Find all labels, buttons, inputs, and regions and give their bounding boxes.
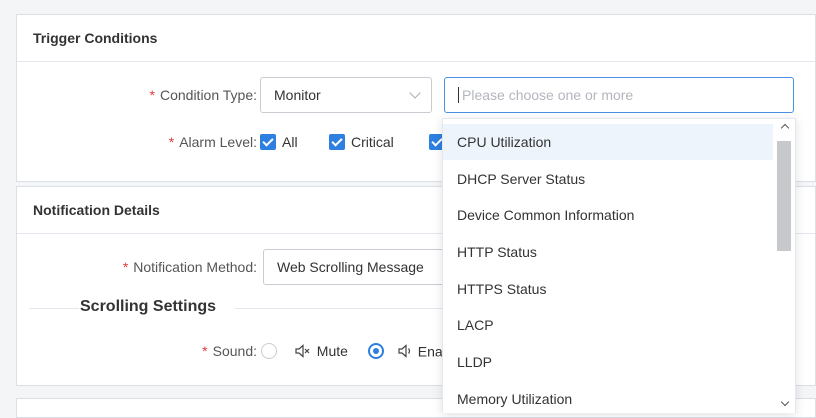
checkbox-checked-icon[interactable] bbox=[329, 133, 345, 150]
scrollbar-thumb[interactable] bbox=[777, 141, 791, 251]
checkbox-checked-icon[interactable] bbox=[260, 133, 276, 150]
dropdown-item-device-common-information[interactable]: Device Common Information bbox=[443, 197, 773, 233]
dropdown-item-cpu-utilization[interactable]: CPU Utilization bbox=[443, 124, 773, 160]
alarm-level-label: * Alarm Level: bbox=[168, 134, 257, 150]
condition-dropdown-list[interactable]: CPU Utilization DHCP Server Status Devic… bbox=[442, 118, 796, 413]
scroll-up-icon[interactable] bbox=[780, 123, 790, 133]
alarm-level-critical[interactable]: Critical bbox=[329, 133, 394, 151]
dropdown-item-memory-utilization[interactable]: Memory Utilization bbox=[443, 381, 773, 413]
dropdown-item-lldp[interactable]: LLDP bbox=[443, 344, 773, 380]
scrolling-settings-title: Scrolling Settings bbox=[80, 298, 217, 315]
speaker-mute-icon bbox=[295, 344, 310, 359]
text-cursor bbox=[458, 87, 459, 104]
condition-type-value: Monitor bbox=[274, 87, 321, 103]
dropdown-item-lacp[interactable]: LACP bbox=[443, 307, 773, 343]
alarm-level-all[interactable]: All bbox=[260, 133, 298, 151]
condition-search-input[interactable]: Please choose one or more bbox=[444, 77, 794, 113]
condition-type-select[interactable]: Monitor bbox=[260, 77, 432, 113]
dropdown-scrollbar[interactable] bbox=[775, 119, 795, 413]
notification-method-value: Web Scrolling Message bbox=[277, 259, 424, 275]
sound-mute-option[interactable]: Mute bbox=[261, 342, 348, 360]
radio-unselected-icon[interactable] bbox=[261, 343, 277, 360]
dropdown-item-https-status[interactable]: HTTPS Status bbox=[443, 271, 773, 307]
scroll-down-icon[interactable] bbox=[780, 397, 790, 407]
radio-selected-icon[interactable] bbox=[368, 343, 384, 360]
chevron-down-icon bbox=[409, 87, 421, 99]
dropdown-item-dhcp-server-status[interactable]: DHCP Server Status bbox=[443, 161, 773, 197]
notification-method-label: * Notification Method: bbox=[122, 259, 257, 275]
required-mark: * bbox=[149, 87, 155, 103]
condition-type-label: * Condition Type: bbox=[149, 87, 257, 103]
condition-search-placeholder: Please choose one or more bbox=[462, 87, 634, 103]
dropdown-item-http-status[interactable]: HTTP Status bbox=[443, 234, 773, 270]
sound-label: * Sound: bbox=[202, 343, 257, 359]
sound-mute-label: Mute bbox=[316, 343, 348, 360]
trigger-conditions-title: Trigger Conditions bbox=[17, 15, 815, 62]
speaker-icon bbox=[398, 344, 410, 359]
divider-left bbox=[29, 308, 79, 309]
sound-enable-option[interactable]: Enal bbox=[368, 342, 446, 360]
